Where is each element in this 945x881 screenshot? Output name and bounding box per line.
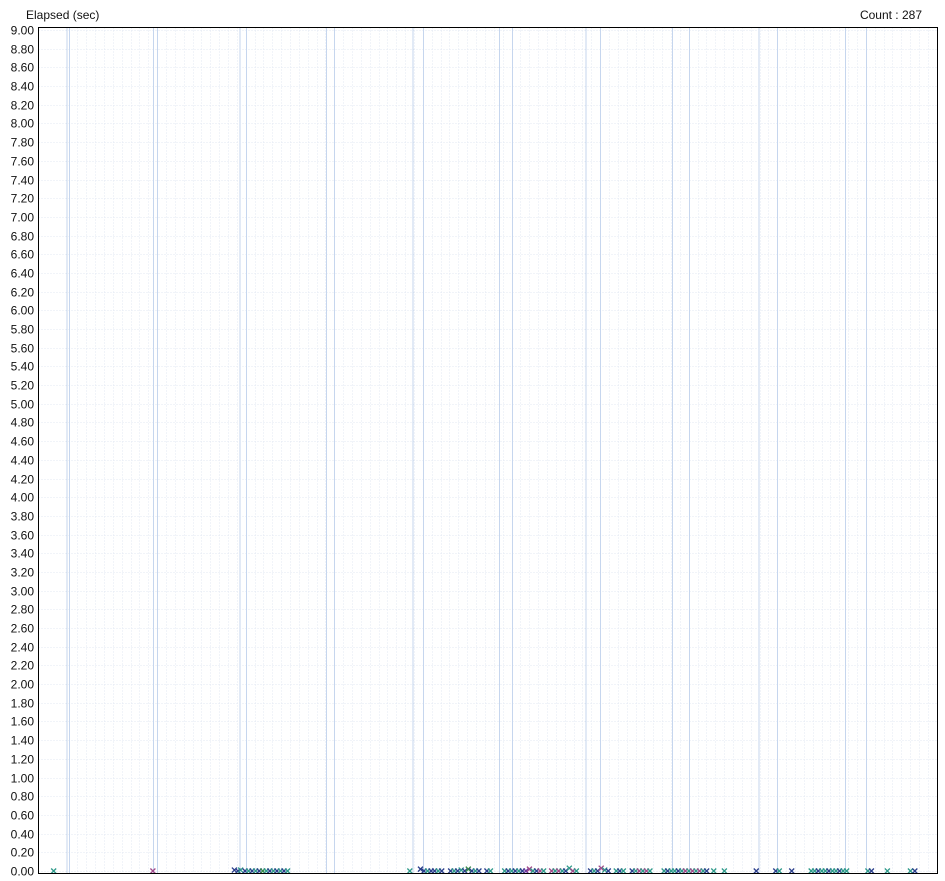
y-tick-label: 5.40 xyxy=(11,360,35,374)
data-point xyxy=(149,868,156,874)
grid xyxy=(38,27,938,874)
chart-canvas[interactable]: 0.00 0.20 0.40 0.60 0.80 1.00 1.20 1.40 1.60 1.80… xyxy=(0,0,945,881)
y-tick-label: 1.80 xyxy=(11,697,35,711)
y-tick-label: 6.00 xyxy=(11,304,35,318)
y-tick-label: 5.60 xyxy=(11,342,35,356)
y-tick-label: 3.20 xyxy=(11,566,35,580)
y-tick-label: 7.00 xyxy=(11,211,35,225)
y-tick-label: 3.40 xyxy=(11,547,35,561)
y-tick-label: 0.00 xyxy=(11,865,35,879)
y-tick-label: 6.40 xyxy=(11,267,35,281)
y-tick-label: 1.60 xyxy=(11,715,35,729)
data-point xyxy=(788,868,795,874)
y-tick-label: 1.00 xyxy=(11,772,35,786)
y-tick-label: 5.80 xyxy=(11,323,35,337)
y-tick-label: 8.20 xyxy=(11,99,35,113)
data-point xyxy=(438,868,445,874)
y-tick-label: 6.20 xyxy=(11,286,35,300)
y-tick-label: 9.00 xyxy=(11,24,35,38)
y-tick-label: 3.60 xyxy=(11,529,35,543)
data-point xyxy=(50,868,57,874)
y-tick-label: 7.60 xyxy=(11,155,35,169)
y-tick-label: 7.20 xyxy=(11,192,35,206)
data-points xyxy=(50,865,918,874)
y-tick-label: 8.40 xyxy=(11,80,35,94)
y-tick-label: 8.00 xyxy=(11,117,35,131)
y-tick-label: 6.60 xyxy=(11,248,35,262)
data-point xyxy=(753,868,760,874)
y-tick-label: 0.40 xyxy=(11,828,35,842)
elapsed-scatter-chart: Elapsed (sec) Count : 287 0.00 0.20 0.40 0.… xyxy=(0,0,945,881)
y-tick-label: 4.40 xyxy=(11,454,35,468)
y-tick-label: 0.20 xyxy=(11,846,35,860)
y-tick-label: 2.40 xyxy=(11,641,35,655)
y-tick-label: 3.80 xyxy=(11,510,35,524)
data-point xyxy=(540,868,547,874)
y-tick-label: 8.80 xyxy=(11,43,35,57)
y-tick-label: 7.80 xyxy=(11,136,35,150)
y-tick-label: 0.80 xyxy=(11,790,35,804)
y-tick-label: 6.80 xyxy=(11,230,35,244)
y-axis-ticks: 0.00 0.20 0.40 0.60 0.80 1.00 1.20 1.40 1.60 1.80… xyxy=(11,24,35,879)
y-tick-label: 4.00 xyxy=(11,491,35,505)
y-tick-label: 8.60 xyxy=(11,61,35,75)
data-point xyxy=(911,868,918,874)
y-tick-label: 2.60 xyxy=(11,622,35,636)
y-tick-label: 7.40 xyxy=(11,174,35,188)
data-point xyxy=(884,868,891,874)
data-point xyxy=(620,868,627,874)
y-tick-label: 5.00 xyxy=(11,398,35,412)
plot-area-frame xyxy=(38,27,938,874)
y-tick-label: 5.20 xyxy=(11,379,35,393)
y-tick-label: 4.20 xyxy=(11,473,35,487)
y-tick-label: 1.40 xyxy=(11,734,35,748)
y-tick-label: 2.20 xyxy=(11,659,35,673)
y-tick-label: 0.60 xyxy=(11,809,35,823)
y-tick-label: 4.80 xyxy=(11,416,35,430)
data-point xyxy=(284,868,291,874)
y-tick-label: 2.00 xyxy=(11,678,35,692)
y-tick-label: 4.60 xyxy=(11,435,35,449)
y-tick-label: 1.20 xyxy=(11,753,35,767)
y-tick-label: 3.00 xyxy=(11,585,35,599)
y-tick-label: 2.80 xyxy=(11,603,35,617)
